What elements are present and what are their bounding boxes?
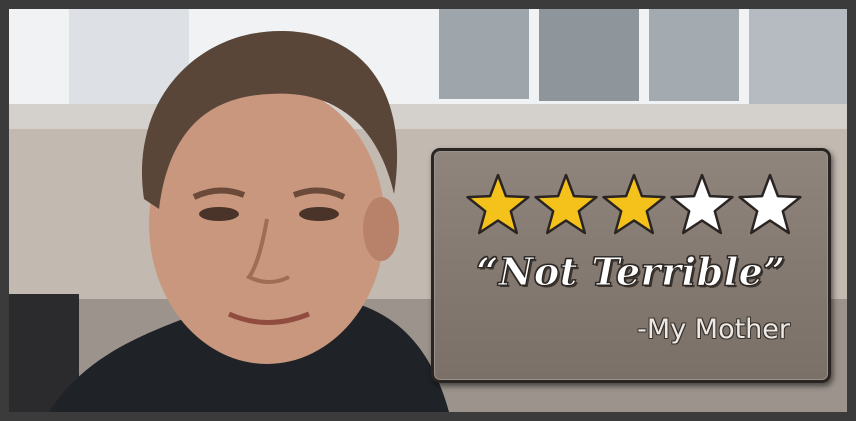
star-filled-icon [602,173,666,235]
star-empty-icon [738,173,802,235]
review-attribution: -My Mother [637,314,790,345]
review-card: “Not Terrible” -My Mother [431,148,831,383]
star-filled-icon [466,173,530,235]
image-frame: “Not Terrible” -My Mother [0,0,856,421]
star-rating [466,173,802,235]
star-empty-icon [670,173,734,235]
star-filled-icon [534,173,598,235]
review-quote: “Not Terrible” [476,249,786,295]
